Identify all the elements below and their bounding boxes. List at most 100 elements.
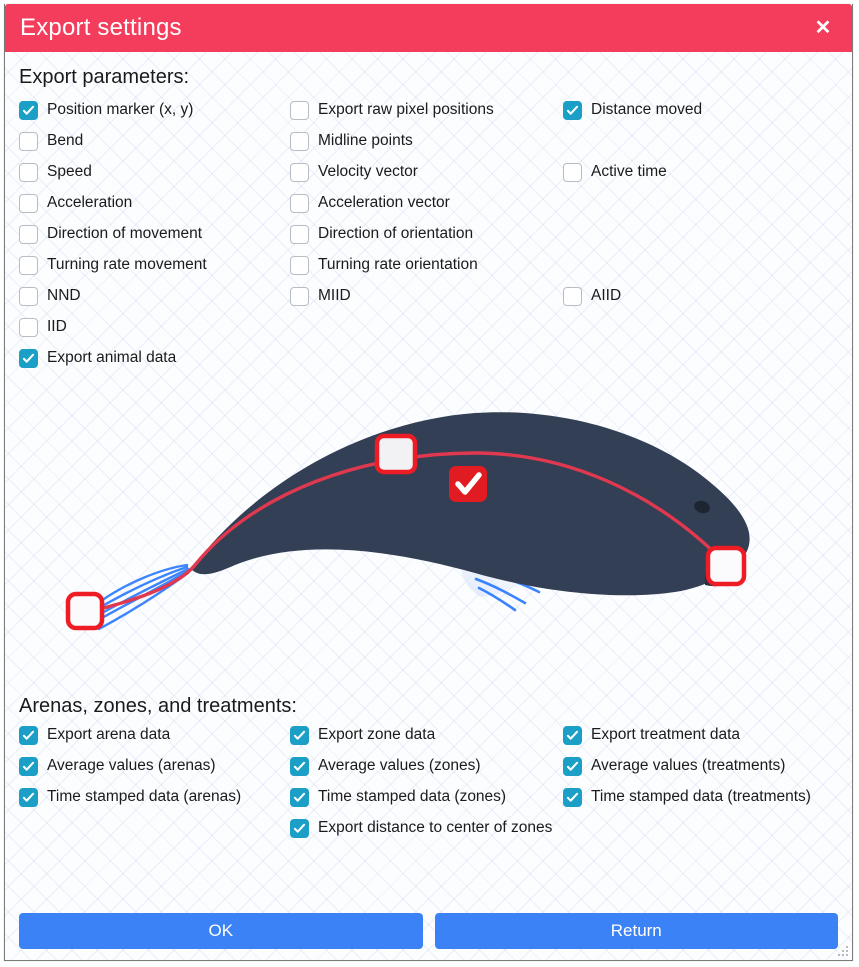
checkbox-unchecked-icon bbox=[290, 100, 309, 120]
checkbox-checked-icon bbox=[19, 725, 38, 745]
checkbox-direction-of-movement-label: Direction of movement bbox=[47, 225, 203, 243]
checkbox-miid-label: MIID bbox=[318, 287, 351, 305]
checkbox-position-marker-x-y-label: Position marker (x, y) bbox=[47, 101, 194, 119]
checkbox-checked-icon bbox=[290, 787, 309, 807]
checkbox-nnd-label: NND bbox=[47, 287, 81, 305]
checkbox-time-stamped-data-arenas-label: Time stamped data (arenas) bbox=[47, 788, 242, 806]
checkbox-export-raw-pixel-positions-label: Export raw pixel positions bbox=[318, 101, 494, 119]
checkbox-turning-rate-orientation-label: Turning rate orientation bbox=[318, 256, 478, 274]
checkbox-checked-icon bbox=[563, 787, 582, 807]
checkbox-unchecked-icon bbox=[19, 224, 38, 244]
checkbox-checked-icon bbox=[19, 756, 38, 776]
checkbox-unchecked-icon bbox=[290, 193, 309, 213]
checkbox-unchecked-icon bbox=[19, 255, 38, 275]
checkbox-iid[interactable]: IID bbox=[19, 316, 67, 338]
fish-svg bbox=[65, 412, 750, 631]
mid-marker[interactable] bbox=[374, 433, 418, 475]
checkbox-direction-of-movement[interactable]: Direction of movement bbox=[19, 223, 202, 245]
checkbox-unchecked-icon bbox=[290, 224, 309, 244]
checkbox-checked-icon bbox=[290, 756, 309, 776]
return-button[interactable]: Return bbox=[434, 913, 838, 949]
checkbox-checked-icon bbox=[563, 756, 582, 776]
checkbox-export-zone-data[interactable]: Export zone data bbox=[290, 724, 435, 746]
fish-body bbox=[191, 412, 750, 596]
checkbox-midline-points[interactable]: Midline points bbox=[290, 130, 413, 152]
checkbox-active-time-label: Active time bbox=[591, 163, 667, 181]
close-icon[interactable]: ✕ bbox=[810, 15, 836, 41]
checkbox-active-time[interactable]: Active time bbox=[563, 161, 667, 183]
checkbox-export-distance-to-center-of-zones[interactable]: Export distance to center of zones bbox=[290, 817, 552, 839]
checkbox-turning-rate-orientation[interactable]: Turning rate orientation bbox=[290, 254, 478, 276]
checkbox-export-treatment-data[interactable]: Export treatment data bbox=[563, 724, 740, 746]
checkbox-unchecked-icon bbox=[290, 131, 309, 151]
checkbox-average-values-arenas-label: Average values (arenas) bbox=[47, 757, 216, 775]
checkbox-speed[interactable]: Speed bbox=[19, 161, 92, 183]
checkbox-time-stamped-data-zones-label: Time stamped data (zones) bbox=[318, 788, 507, 806]
checkbox-export-animal-data[interactable]: Export animal data bbox=[19, 347, 176, 369]
selected-badge[interactable] bbox=[449, 466, 487, 502]
checkbox-speed-label: Speed bbox=[47, 163, 92, 181]
checkbox-export-zone-data-label: Export zone data bbox=[318, 726, 436, 744]
checkbox-turning-rate-movement-label: Turning rate movement bbox=[47, 256, 207, 274]
checkbox-acceleration-label: Acceleration bbox=[47, 194, 133, 212]
arenas-zones-treatments-heading: Arenas, zones, and treatments: bbox=[19, 695, 297, 717]
checkbox-turning-rate-movement[interactable]: Turning rate movement bbox=[19, 254, 207, 276]
checkbox-unchecked-icon bbox=[19, 286, 38, 306]
resize-grip-icon[interactable] bbox=[837, 945, 849, 957]
export-parameters-heading: Export parameters: bbox=[19, 66, 190, 88]
checkbox-distance-moved[interactable]: Distance moved bbox=[563, 99, 702, 121]
checkbox-unchecked-icon bbox=[563, 162, 582, 182]
fish-illustration bbox=[5, 387, 852, 681]
title-bar: Export settings ✕ bbox=[5, 4, 852, 52]
checkbox-export-distance-to-center-of-zones-label: Export distance to center of zones bbox=[318, 819, 553, 837]
checkbox-direction-of-orientation-label: Direction of orientation bbox=[318, 225, 474, 243]
checkbox-bend[interactable]: Bend bbox=[19, 130, 83, 152]
checkbox-average-values-treatments[interactable]: Average values (treatments) bbox=[563, 755, 785, 777]
checkbox-checked-icon bbox=[563, 725, 582, 745]
checkbox-unchecked-icon bbox=[19, 317, 38, 337]
checkbox-average-values-zones[interactable]: Average values (zones) bbox=[290, 755, 481, 777]
checkbox-unchecked-icon bbox=[19, 193, 38, 213]
checkbox-checked-icon bbox=[19, 100, 38, 120]
checkbox-unchecked-icon bbox=[290, 286, 309, 306]
checkbox-acceleration[interactable]: Acceleration bbox=[19, 192, 132, 214]
ok-button[interactable]: OK bbox=[19, 913, 423, 949]
checkbox-nnd[interactable]: NND bbox=[19, 285, 81, 307]
checkbox-unchecked-icon bbox=[290, 255, 309, 275]
checkbox-export-animal-data-label: Export animal data bbox=[47, 349, 177, 367]
export-settings-dialog: Export settings ✕ Export parameters: Pos… bbox=[4, 4, 853, 961]
dialog-footer: OK Return bbox=[5, 902, 852, 960]
checkbox-time-stamped-data-arenas[interactable]: Time stamped data (arenas) bbox=[19, 786, 241, 808]
checkbox-unchecked-icon bbox=[19, 131, 38, 151]
checkbox-checked-icon bbox=[19, 348, 38, 368]
export-parameters-group: Position marker (x, y) Bend Speed Accelerat… bbox=[5, 95, 852, 387]
checkbox-bend-label: Bend bbox=[47, 132, 84, 150]
checkbox-velocity-vector[interactable]: Velocity vector bbox=[290, 161, 418, 183]
checkbox-position-marker-x-y[interactable]: Position marker (x, y) bbox=[19, 99, 193, 121]
checkbox-time-stamped-data-treatments[interactable]: Time stamped data (treatments) bbox=[563, 786, 811, 808]
checkbox-miid[interactable]: MIID bbox=[290, 285, 351, 307]
checkbox-acceleration-vector[interactable]: Acceleration vector bbox=[290, 192, 450, 214]
checkbox-midline-points-label: Midline points bbox=[318, 132, 413, 150]
checkbox-direction-of-orientation[interactable]: Direction of orientation bbox=[290, 223, 473, 245]
checkbox-time-stamped-data-zones[interactable]: Time stamped data (zones) bbox=[290, 786, 506, 808]
checkbox-unchecked-icon bbox=[19, 162, 38, 182]
checkbox-aiid-label: AIID bbox=[591, 287, 622, 305]
checkbox-export-arena-data-label: Export arena data bbox=[47, 726, 171, 744]
checkbox-unchecked-icon bbox=[563, 286, 582, 306]
checkbox-checked-icon bbox=[563, 100, 582, 120]
checkbox-aiid[interactable]: AIID bbox=[563, 285, 621, 307]
checkbox-export-raw-pixel-positions[interactable]: Export raw pixel positions bbox=[290, 99, 494, 121]
checkbox-distance-moved-label: Distance moved bbox=[591, 101, 703, 119]
checkbox-unchecked-icon bbox=[290, 162, 309, 182]
checkbox-average-values-treatments-label: Average values (treatments) bbox=[591, 757, 786, 775]
head-marker[interactable] bbox=[705, 545, 747, 587]
checkbox-average-values-zones-label: Average values (zones) bbox=[318, 757, 481, 775]
checkbox-export-arena-data[interactable]: Export arena data bbox=[19, 724, 170, 746]
checkbox-checked-icon bbox=[19, 787, 38, 807]
arenas-zones-treatments-group: Export arena data Average values (arenas)… bbox=[5, 722, 852, 902]
tail-marker[interactable] bbox=[65, 591, 105, 631]
checkbox-average-values-arenas[interactable]: Average values (arenas) bbox=[19, 755, 216, 777]
checkbox-checked-icon bbox=[290, 725, 309, 745]
checkbox-acceleration-vector-label: Acceleration vector bbox=[318, 194, 450, 212]
